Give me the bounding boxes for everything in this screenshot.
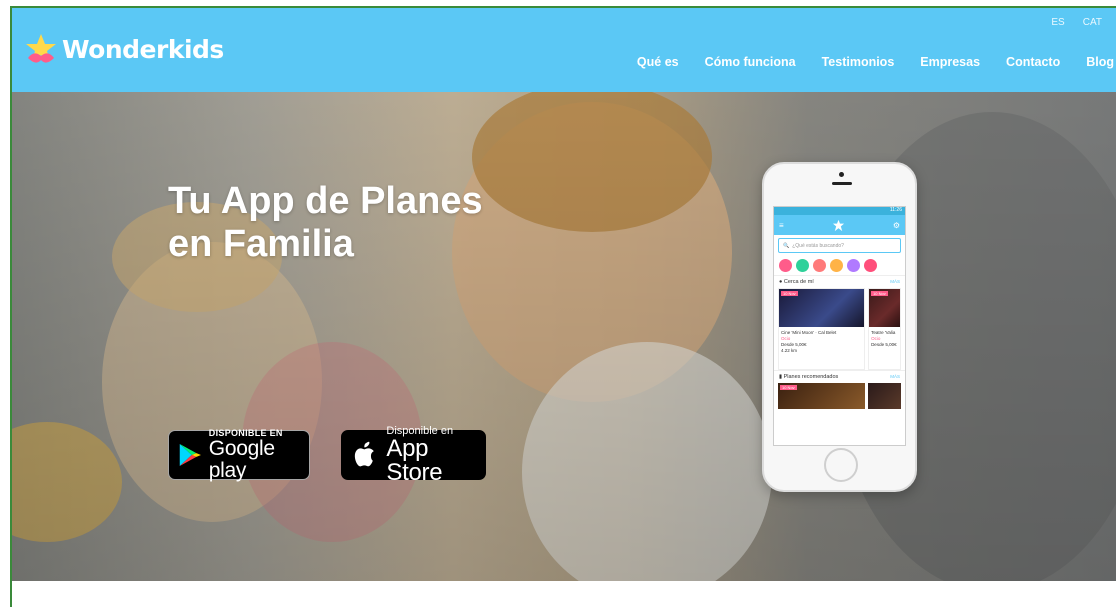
plan-card-image: 10 Nov xyxy=(778,383,866,409)
category-icon xyxy=(779,259,792,272)
brand-name: Wonderkids xyxy=(62,34,224,64)
nav-como-funciona[interactable]: Cómo funciona xyxy=(705,55,796,69)
app-search-placeholder: ¿Qué estás buscando? xyxy=(792,242,844,249)
recommended-section-header: ▮ Planes recomendados MÁS xyxy=(774,370,905,383)
near-section-header: ● Cerca de mí MÁS xyxy=(774,275,905,288)
date-tag: 10 Nov xyxy=(780,385,797,390)
site-header: Wonderkids ES CAT Qué es Cómo funciona T… xyxy=(12,8,1116,92)
app-time: 11:26 xyxy=(889,207,902,213)
app-store-button[interactable]: Disponible en App Store xyxy=(341,425,486,485)
nav-testimonios[interactable]: Testimonios xyxy=(822,55,895,69)
browser-viewport: Wonderkids ES CAT Qué es Cómo funciona T… xyxy=(10,6,1116,607)
hero-title-line1: Tu App de Planes xyxy=(168,180,483,222)
phone-mockup: 11:26 ≡ ⚙ 🔍 ¿Qué estás buscando? ● Cerca… xyxy=(762,162,917,492)
hero-title-line2: en Familia xyxy=(168,223,354,265)
recommended-cards: 10 Nov xyxy=(774,383,905,409)
more-link: MÁS xyxy=(890,374,900,379)
category-icon xyxy=(796,259,809,272)
category-icon xyxy=(830,259,843,272)
app-store-big-text: App Store xyxy=(386,435,443,486)
near-cards: 10 Nov Cine 'Mini Moon' · Cal Belet Ocio… xyxy=(774,288,905,370)
app-search-bar: 🔍 ¿Qué estás buscando? xyxy=(778,238,901,253)
plan-card: 10 Nov Cine 'Mini Moon' · Cal Belet Ocio… xyxy=(778,288,866,370)
hero-banner: Tu App de Planes en Familia DISPONIBLE E… xyxy=(12,92,1116,581)
google-play-icon xyxy=(179,443,201,467)
recommended-label: Planes recomendados xyxy=(783,374,839,380)
menu-icon: ≡ xyxy=(779,220,784,230)
apple-icon xyxy=(354,441,374,467)
category-icons xyxy=(774,256,905,275)
google-play-button[interactable]: DISPONIBLE EN Google play xyxy=(168,428,310,482)
nav-blog[interactable]: Blog xyxy=(1086,55,1114,69)
nav-contacto[interactable]: Contacto xyxy=(1006,55,1060,69)
category-icon xyxy=(864,259,877,272)
more-link: MÁS xyxy=(890,279,900,284)
filter-icon: ⚙ xyxy=(892,220,900,230)
hero-overlay xyxy=(12,92,1116,581)
star-logo-icon xyxy=(832,219,844,231)
category-icon xyxy=(847,259,860,272)
lang-es-link[interactable]: ES xyxy=(1051,17,1064,28)
phone-speaker xyxy=(832,182,852,185)
app-top-bar: ≡ ⚙ xyxy=(774,215,905,235)
google-play-big-text: Google play xyxy=(208,437,275,482)
plan-card: 10 Nov Teatre 'Valia Ocio Desde 5,00€ xyxy=(868,288,901,370)
phone-camera xyxy=(839,172,844,177)
category-icon xyxy=(813,259,826,272)
search-icon: 🔍 xyxy=(783,242,790,249)
pin-icon: ● xyxy=(779,279,783,285)
date-tag: 10 Nov xyxy=(781,291,798,296)
app-status-bar: 11:26 xyxy=(774,207,905,215)
plan-card-image: 10 Nov xyxy=(869,289,900,327)
bookmark-icon: ▮ xyxy=(779,374,783,380)
phone-home-button xyxy=(824,448,858,482)
plan-distance: 4.22 km xyxy=(781,348,798,353)
plan-card-image: 10 Nov xyxy=(779,289,865,327)
near-label: Cerca de mí xyxy=(783,279,814,285)
lang-cat-link[interactable]: CAT xyxy=(1083,17,1102,28)
nav-que-es[interactable]: Qué es xyxy=(637,55,679,69)
hero-title: Tu App de Planes en Familia xyxy=(168,180,483,266)
plan-price: Desde 5,00€ xyxy=(871,342,897,347)
app-screen: 11:26 ≡ ⚙ 🔍 ¿Qué estás buscando? ● Cerca… xyxy=(773,206,906,446)
logo[interactable]: Wonderkids xyxy=(24,32,224,66)
date-tag: 10 Nov xyxy=(871,291,888,296)
nav-empresas[interactable]: Empresas xyxy=(920,55,980,69)
main-nav: Qué es Cómo funciona Testimonios Empresa… xyxy=(637,55,1114,69)
star-logo-icon xyxy=(26,34,56,63)
plan-card-image xyxy=(868,383,901,409)
language-switcher: ES CAT xyxy=(1051,17,1102,28)
